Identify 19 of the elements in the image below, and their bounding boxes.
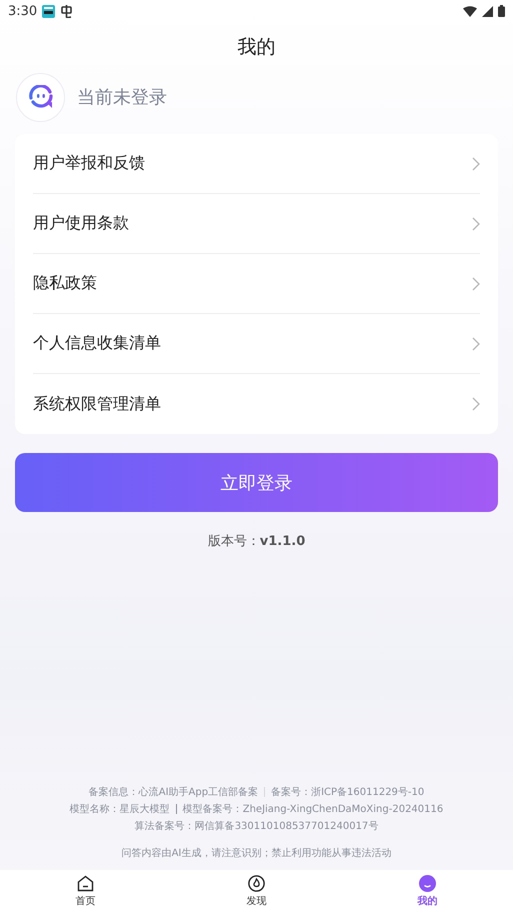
footer-text: 备案信息：心流AI助手App工信部备案 [88, 786, 258, 799]
menu-item[interactable]: 系统权限管理清单 [33, 374, 480, 434]
menu-item[interactable]: 用户使用条款 [33, 194, 480, 254]
tab[interactable]: 我的 [342, 870, 513, 912]
footer-text: 备案号：浙ICP备16011229号-10 [271, 786, 424, 799]
footer-text: 模型备案号：ZheJiang-XingChenDaMoXing-20240116 [182, 802, 444, 816]
ai-notice: 问答内容由AI生成，请注意识别；禁止利用功能从事违法活动 [122, 846, 392, 860]
menu-item[interactable]: 个人信息收集清单 [33, 314, 480, 374]
footer-text: 模型名称：星辰大模型 [70, 802, 170, 816]
menu-item[interactable]: 隐私政策 [33, 254, 480, 314]
login-button[interactable]: 立即登录 [15, 453, 498, 512]
tab[interactable]: 发现 [171, 870, 342, 912]
footer-text: 算法备案号：网信算备330110108537701240017号 [134, 820, 378, 833]
menu-item[interactable]: 用户举报和反馈 [33, 134, 480, 194]
tab[interactable]: 首页 [0, 870, 171, 912]
page-title: 我的 [236, 35, 276, 60]
version-text: 版本号：v1.1.0 [206, 533, 306, 550]
status-time: 3:30 [8, 4, 38, 18]
login-status: 当前未登录 [77, 86, 167, 109]
